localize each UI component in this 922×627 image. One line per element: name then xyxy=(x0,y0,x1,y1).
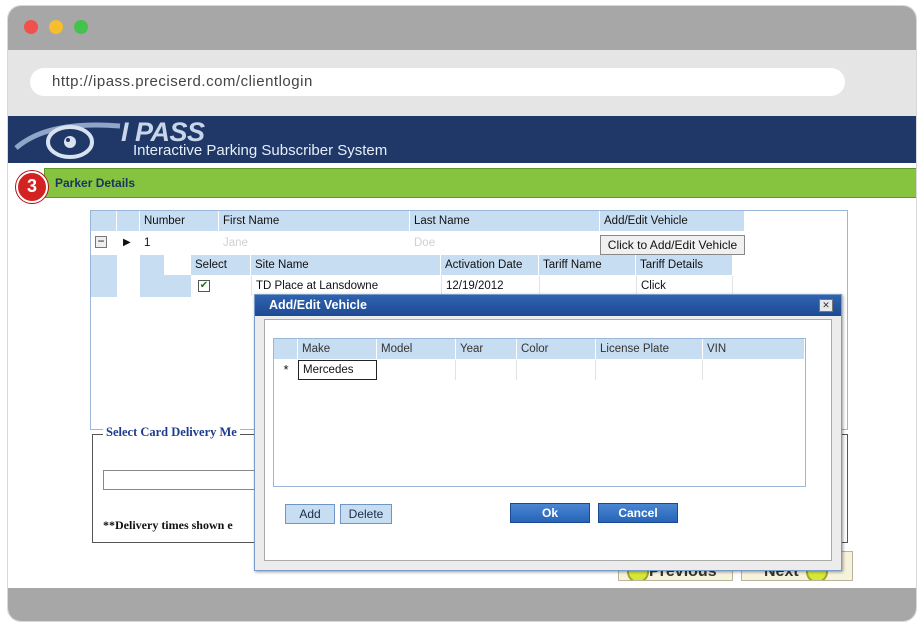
subgrid-indent-2 xyxy=(140,255,164,297)
new-row-marker: * xyxy=(283,362,289,377)
step-badge: 3 xyxy=(16,171,48,203)
column-header-add-edit-vehicle[interactable]: Add/Edit Vehicle xyxy=(600,211,745,231)
maximize-window-icon[interactable] xyxy=(74,20,88,34)
card-delivery-legend: Select Card Delivery Me xyxy=(103,425,240,440)
section-title: Parker Details xyxy=(55,176,136,190)
vehicle-model-cell[interactable] xyxy=(377,360,456,380)
sub-header-tariff-details[interactable]: Tariff Details xyxy=(636,255,733,275)
column-header-last-name[interactable]: Last Name xyxy=(410,211,600,231)
ipass-logo-icon xyxy=(14,122,121,159)
activation-date: 12/19/2012 xyxy=(441,276,539,296)
dialog-close-icon[interactable]: ✕ xyxy=(819,299,833,312)
sub-row-indicator xyxy=(164,275,191,297)
vehicle-vin-cell[interactable] xyxy=(703,360,804,380)
column-header-number[interactable]: Number xyxy=(140,211,219,231)
tariff-details-link[interactable]: Click xyxy=(636,276,733,296)
vehicle-make-input[interactable]: Mercedes xyxy=(298,360,377,380)
address-bar: http://ipass.preciserd.com/clientlogin xyxy=(8,50,916,116)
column-header-first-name[interactable]: First Name xyxy=(219,211,410,231)
grid-indicator-header xyxy=(117,211,140,231)
delete-vehicle-button[interactable]: Delete xyxy=(340,504,392,524)
section-header: Parker Details xyxy=(44,168,916,198)
vehicle-license-plate-cell[interactable] xyxy=(596,360,703,380)
subgrid-indent xyxy=(91,255,117,297)
dialog-title: Add/Edit Vehicle xyxy=(255,295,841,316)
cancel-button[interactable]: Cancel xyxy=(598,503,678,523)
vehicle-header-make[interactable]: Make xyxy=(298,339,377,359)
add-edit-vehicle-button[interactable]: Click to Add/Edit Vehicle xyxy=(600,235,745,255)
card-delivery-select[interactable] xyxy=(103,470,265,490)
vehicle-header-license-plate[interactable]: License Plate xyxy=(596,339,703,359)
app-banner: I PASS Interactive Parking Subscriber Sy… xyxy=(8,116,916,163)
vehicle-grid-corner xyxy=(274,339,298,359)
sub-header-tariff-name[interactable]: Tariff Name xyxy=(539,255,636,275)
tariff-name xyxy=(539,276,636,296)
grid-corner xyxy=(91,211,117,231)
close-window-icon[interactable] xyxy=(24,20,38,34)
expand-row-toggle[interactable]: − xyxy=(95,236,107,248)
minimize-window-icon[interactable] xyxy=(49,20,63,34)
vehicle-header-year[interactable]: Year xyxy=(456,339,517,359)
sub-header-activation-date[interactable]: Activation Date xyxy=(441,255,539,275)
url-field[interactable]: http://ipass.preciserd.com/clientlogin xyxy=(30,68,845,96)
app-subtitle: Interactive Parking Subscriber System xyxy=(133,142,388,159)
browser-titlebar xyxy=(8,6,916,50)
browser-bottombar xyxy=(8,588,916,621)
site-name: TD Place at Lansdowne xyxy=(251,276,441,296)
vehicle-header-model[interactable]: Model xyxy=(377,339,456,359)
browser-window: http://ipass.preciserd.com/clientlogin I… xyxy=(7,5,917,622)
vehicle-year-cell[interactable] xyxy=(456,360,517,380)
dialog-body: Make Model Year Color License Plate VIN … xyxy=(264,319,832,561)
ok-button[interactable]: Ok xyxy=(510,503,590,523)
sub-header-site-name[interactable]: Site Name xyxy=(251,255,441,275)
sub-header-select[interactable]: Select xyxy=(191,255,251,275)
site-select-checkbox[interactable]: ✔ xyxy=(198,280,210,292)
vehicle-color-cell[interactable] xyxy=(517,360,596,380)
add-vehicle-button[interactable]: Add xyxy=(285,504,335,524)
vehicle-header-vin[interactable]: VIN xyxy=(703,339,804,359)
add-edit-vehicle-dialog: Add/Edit Vehicle ✕ Make Model Year Color… xyxy=(254,294,842,571)
parker-number: 1 xyxy=(144,237,151,249)
row-pointer-icon: ▶ xyxy=(123,237,131,248)
delivery-times-note: **Delivery times shown e xyxy=(103,518,233,532)
parker-last-name[interactable]: Doe xyxy=(410,233,600,253)
vehicle-header-color[interactable]: Color xyxy=(517,339,596,359)
vehicle-grid: Make Model Year Color License Plate VIN … xyxy=(273,338,806,487)
parker-first-name[interactable]: Jane xyxy=(219,233,410,253)
